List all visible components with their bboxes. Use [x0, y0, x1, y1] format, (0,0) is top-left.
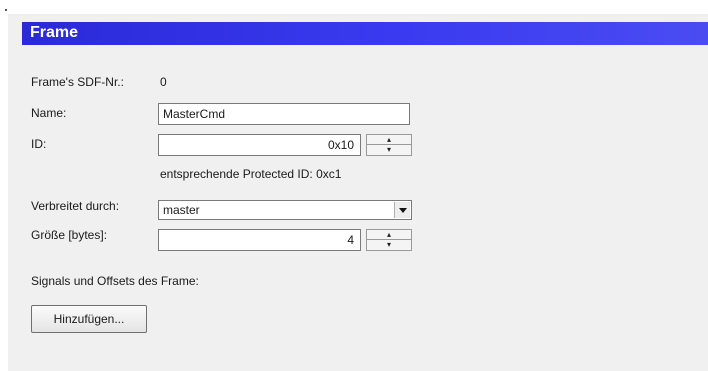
distributed-value: master	[163, 203, 200, 217]
size-label: Größe [bytes]:	[31, 228, 108, 242]
name-input[interactable]: MasterCmd	[158, 103, 410, 125]
spin-down-arrow-icon[interactable]: ▾	[367, 145, 411, 155]
chevron-down-icon[interactable]	[394, 202, 410, 218]
size-input[interactable]: 4	[158, 229, 361, 251]
spin-down-arrow-icon[interactable]: ▾	[367, 240, 411, 250]
distributed-label: Verbreitet durch:	[31, 199, 120, 213]
signals-label: Signals und Offsets des Frame:	[31, 274, 199, 288]
id-spinner[interactable]: ▴ ▾	[366, 134, 412, 156]
size-spinner[interactable]: ▴ ▾	[366, 229, 412, 251]
sdf-value: 0	[160, 75, 167, 89]
id-input[interactable]: 0x10	[158, 134, 361, 156]
name-label: Name:	[31, 106, 67, 120]
protected-id-text: entsprechende Protected ID: 0xc1	[160, 167, 342, 181]
corner-dot	[5, 9, 7, 11]
frame-title-bar: Frame	[22, 22, 708, 45]
sdf-label: Frame's SDF-Nr.:	[31, 75, 124, 89]
frame-title: Frame	[30, 24, 79, 41]
add-button[interactable]: Hinzufügen...	[31, 305, 147, 333]
spin-up-arrow-icon[interactable]: ▴	[367, 230, 411, 240]
id-label: ID:	[31, 137, 47, 151]
spin-up-arrow-icon[interactable]: ▴	[367, 135, 411, 145]
distributed-select[interactable]: master	[158, 200, 412, 220]
